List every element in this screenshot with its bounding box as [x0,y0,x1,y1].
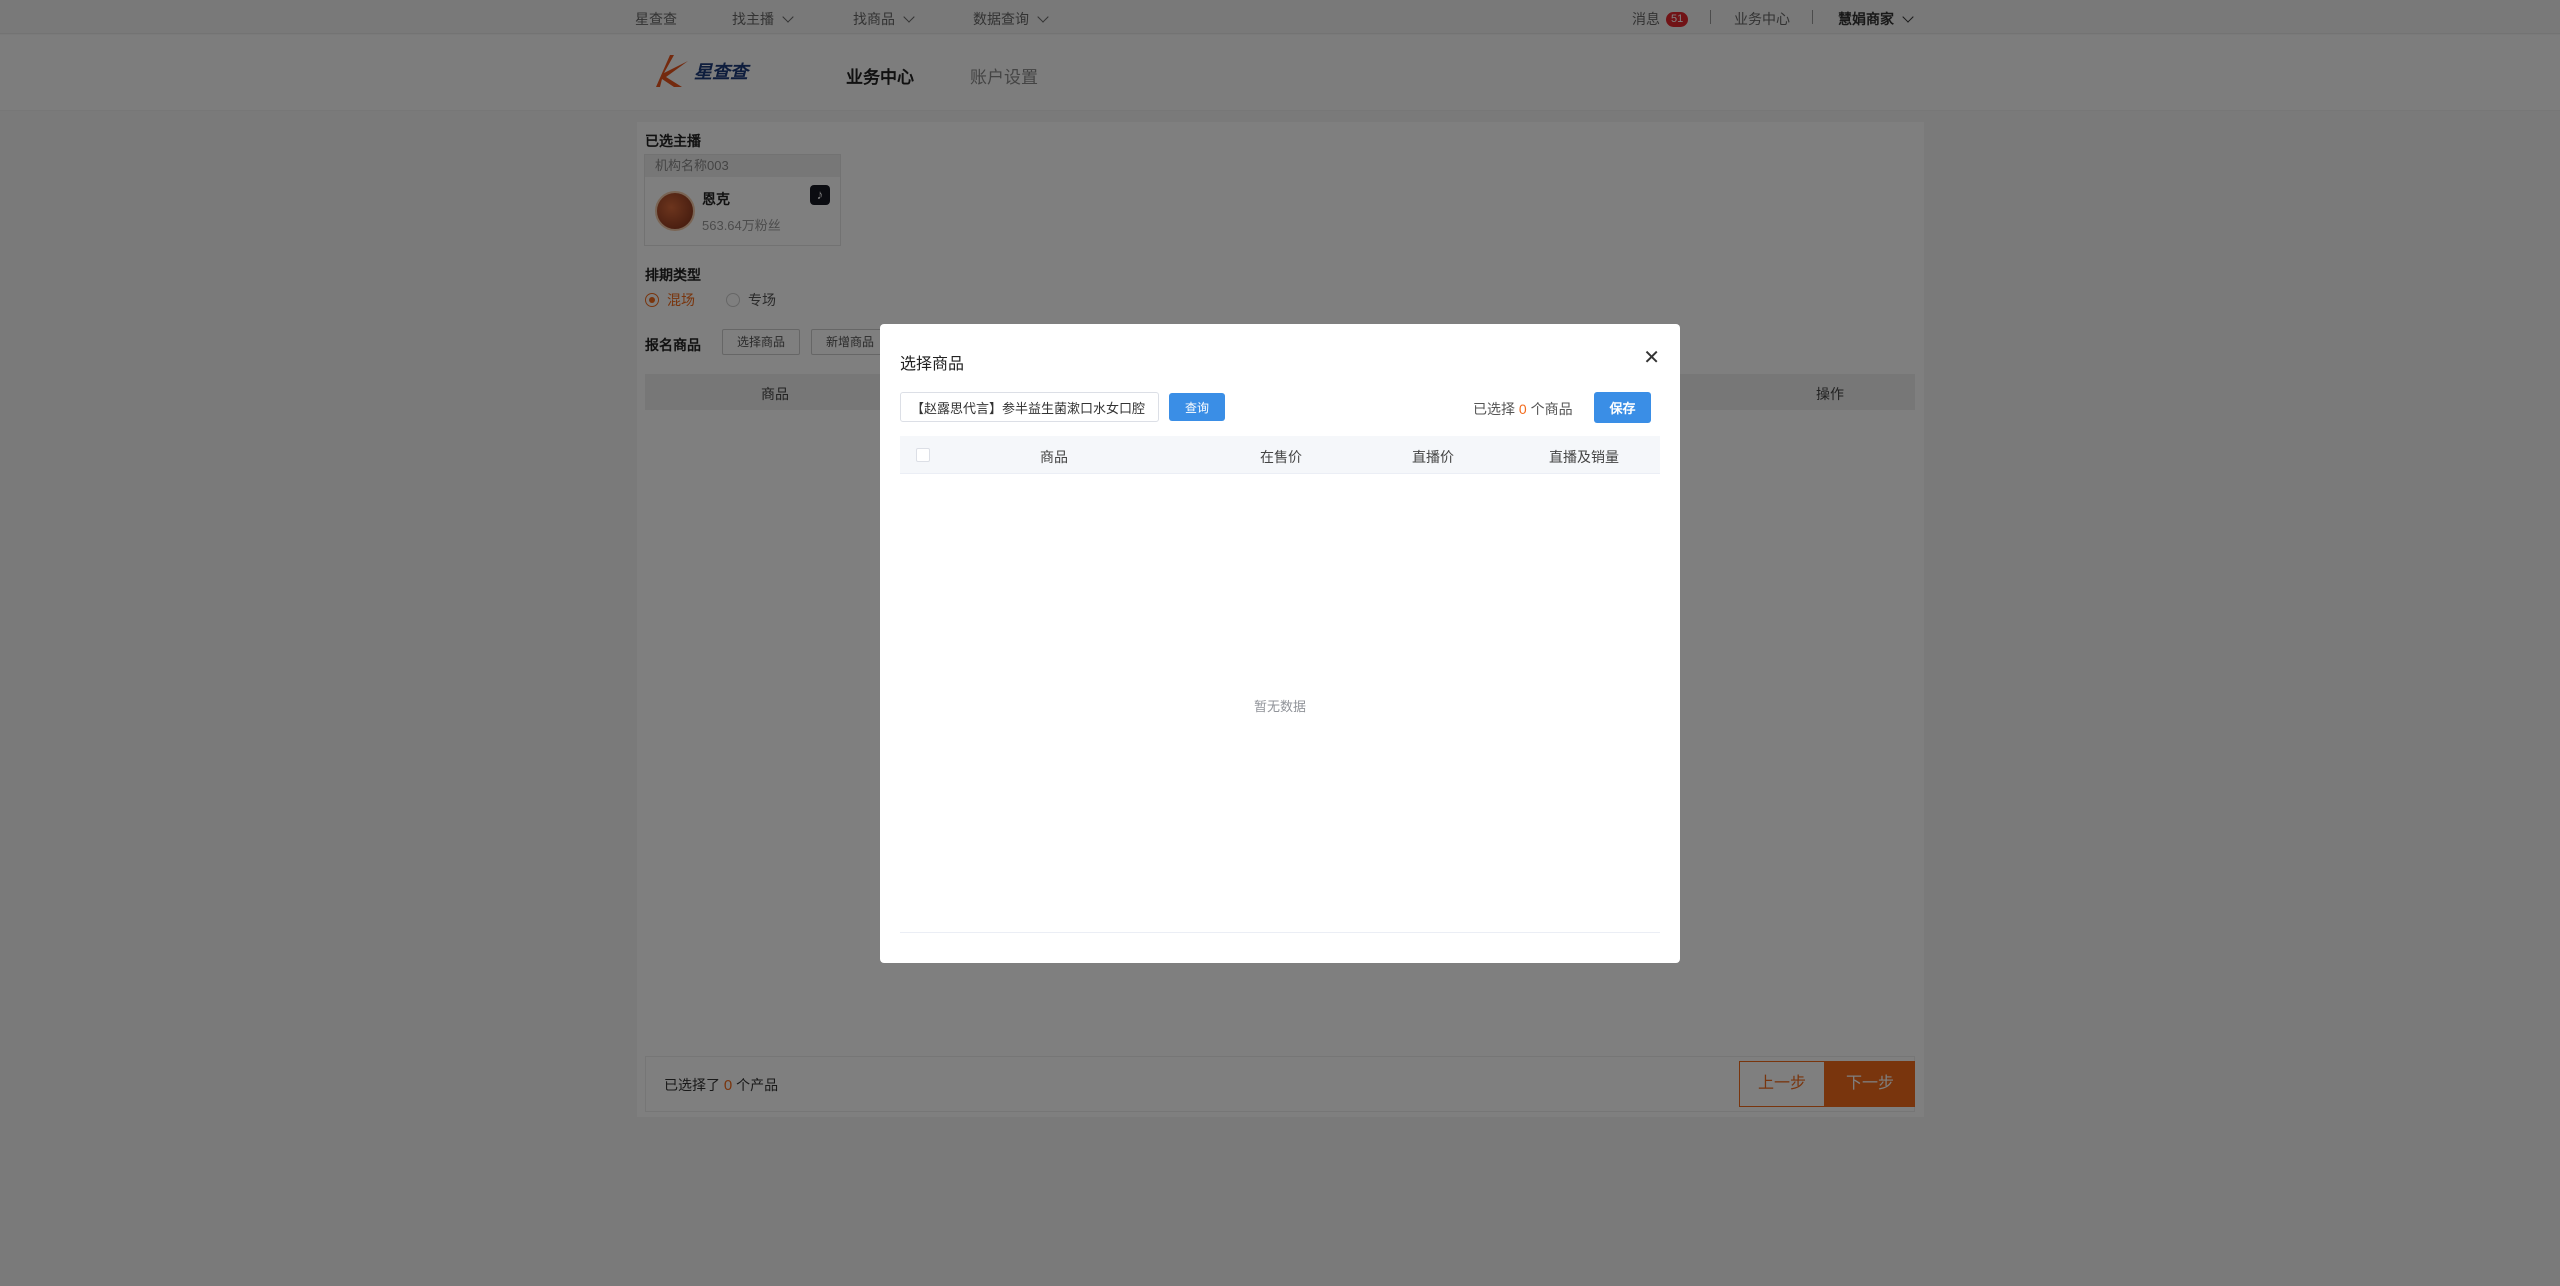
empty-state-text: 暂无数据 [1253,699,1306,714]
dialog-title: 选择商品 [900,356,965,373]
dialog-selected-prefix: 已选择 [1473,401,1515,417]
dialog-selected-suffix: 个商品 [1530,401,1573,417]
select-goods-dialog: 选择商品 ✕ 查询 已选择 0 个商品 保存 商品 在售价 直播价 直播及销量 … [880,324,1680,963]
dialog-col-live-sales: 直播及销量 [1549,449,1619,465]
dialog-selected-info: 已选择 0 个商品 [1473,399,1573,419]
divider [900,932,1660,933]
select-all-checkbox[interactable] [916,448,930,462]
dialog-col-goods: 商品 [1040,449,1068,465]
search-input[interactable] [900,392,1159,422]
dialog-selected-count: 0 [1518,401,1527,417]
dialog-col-sale-price: 在售价 [1260,449,1302,465]
dialog-table-header: 商品 在售价 直播价 直播及销量 [900,436,1660,474]
save-button[interactable]: 保存 [1594,392,1651,423]
dialog-col-live-price: 直播价 [1412,449,1454,465]
close-icon[interactable]: ✕ [1643,348,1660,368]
query-button[interactable]: 查询 [1169,393,1225,421]
